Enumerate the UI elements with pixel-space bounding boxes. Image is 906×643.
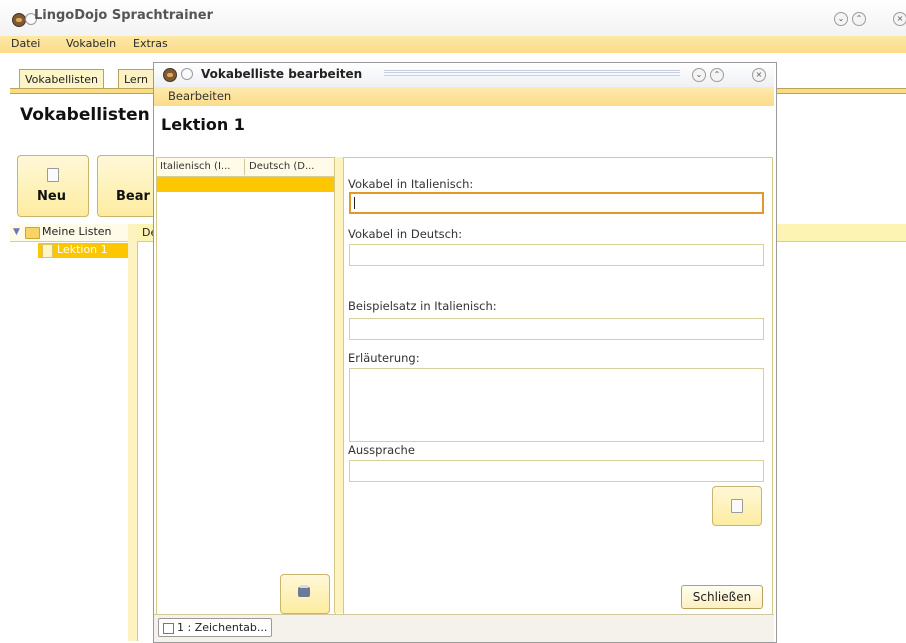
erlaeuterung-textarea[interactable]	[349, 368, 764, 442]
print-button[interactable]	[280, 574, 330, 614]
expand-triangle-icon[interactable]: ▼	[13, 227, 20, 237]
column-deutsch[interactable]: Deutsch (D...	[249, 161, 314, 172]
column-italienisch[interactable]: Italienisch (I...	[160, 161, 230, 172]
print-icon-paper	[300, 585, 308, 588]
titlebar-grip-2	[384, 74, 680, 76]
dialog-title: Vokabelliste bearbeiten	[201, 67, 363, 81]
folder-icon	[25, 227, 40, 239]
close-button[interactable]: Schließen	[681, 585, 763, 609]
status-item[interactable]: 1 : Zeichentab...	[158, 618, 273, 637]
label-erlaeuterung: Erläuterung:	[348, 351, 420, 365]
text-cursor	[354, 197, 355, 209]
main-splitter[interactable]	[128, 224, 138, 641]
status-window-icon	[163, 622, 174, 634]
page-title: Vokabellisten	[20, 105, 150, 125]
dialog-logo-icon	[163, 68, 177, 82]
menu-bearbeiten[interactable]: Bearbeiten	[168, 89, 231, 103]
edit-list-label: Bear	[116, 189, 150, 204]
aussprache-input[interactable]	[349, 460, 764, 482]
tree-item-lektion-1[interactable]: Lektion 1	[57, 243, 108, 256]
label-aussprache: Aussprache	[348, 443, 415, 457]
new-document-icon	[47, 168, 59, 182]
dialog-heading: Lektion 1	[161, 115, 245, 134]
column-divider	[244, 159, 245, 175]
tree-item-meine-listen[interactable]: Meine Listen	[42, 225, 112, 238]
dialog-close-icon[interactable]: ×	[752, 68, 766, 82]
app-logo-icon	[12, 13, 26, 27]
minimize-icon[interactable]: ⌄	[834, 12, 848, 26]
titlebar-grip	[384, 70, 680, 73]
menu-datei[interactable]: Datei	[11, 37, 40, 50]
label-vokabel-deutsch: Vokabel in Deutsch:	[348, 227, 463, 241]
beispielsatz-input[interactable]	[349, 318, 764, 340]
dialog-minimize-icon[interactable]: ⌄	[692, 68, 706, 82]
menu-vokabeln[interactable]: Vokabeln	[66, 37, 116, 50]
new-list-button[interactable]: Neu	[17, 155, 89, 217]
vocab-list-selected-row[interactable]	[157, 177, 334, 192]
print-icon	[298, 587, 310, 597]
new-vocab-button[interactable]	[712, 486, 762, 526]
dialog-menu-icon[interactable]	[181, 68, 193, 80]
dialog-menubar	[154, 87, 774, 106]
list-document-icon	[42, 244, 53, 258]
window-title: LingoDojo Sprachtrainer	[34, 8, 214, 23]
label-beispielsatz: Beispielsatz in Italienisch:	[348, 299, 497, 313]
tab-lernen[interactable]: Lern	[118, 69, 155, 89]
list-tree-panel	[10, 224, 129, 641]
new-vocab-icon	[731, 499, 743, 513]
new-list-label: Neu	[37, 189, 66, 204]
vokabel-italienisch-input[interactable]	[349, 192, 764, 214]
tab-vokabellisten[interactable]: Vokabellisten	[19, 69, 105, 89]
label-vokabel-italienisch: Vokabel in Italienisch:	[348, 177, 474, 191]
dialog-maximize-icon[interactable]: ⌃	[710, 68, 724, 82]
status-item-label: 1 : Zeichentab...	[177, 621, 268, 634]
close-icon[interactable]: ×	[893, 12, 906, 26]
maximize-icon[interactable]: ⌃	[852, 12, 866, 26]
vokabel-deutsch-input[interactable]	[349, 244, 764, 266]
vocab-list-panel	[156, 157, 336, 615]
menu-extras[interactable]: Extras	[133, 37, 168, 50]
